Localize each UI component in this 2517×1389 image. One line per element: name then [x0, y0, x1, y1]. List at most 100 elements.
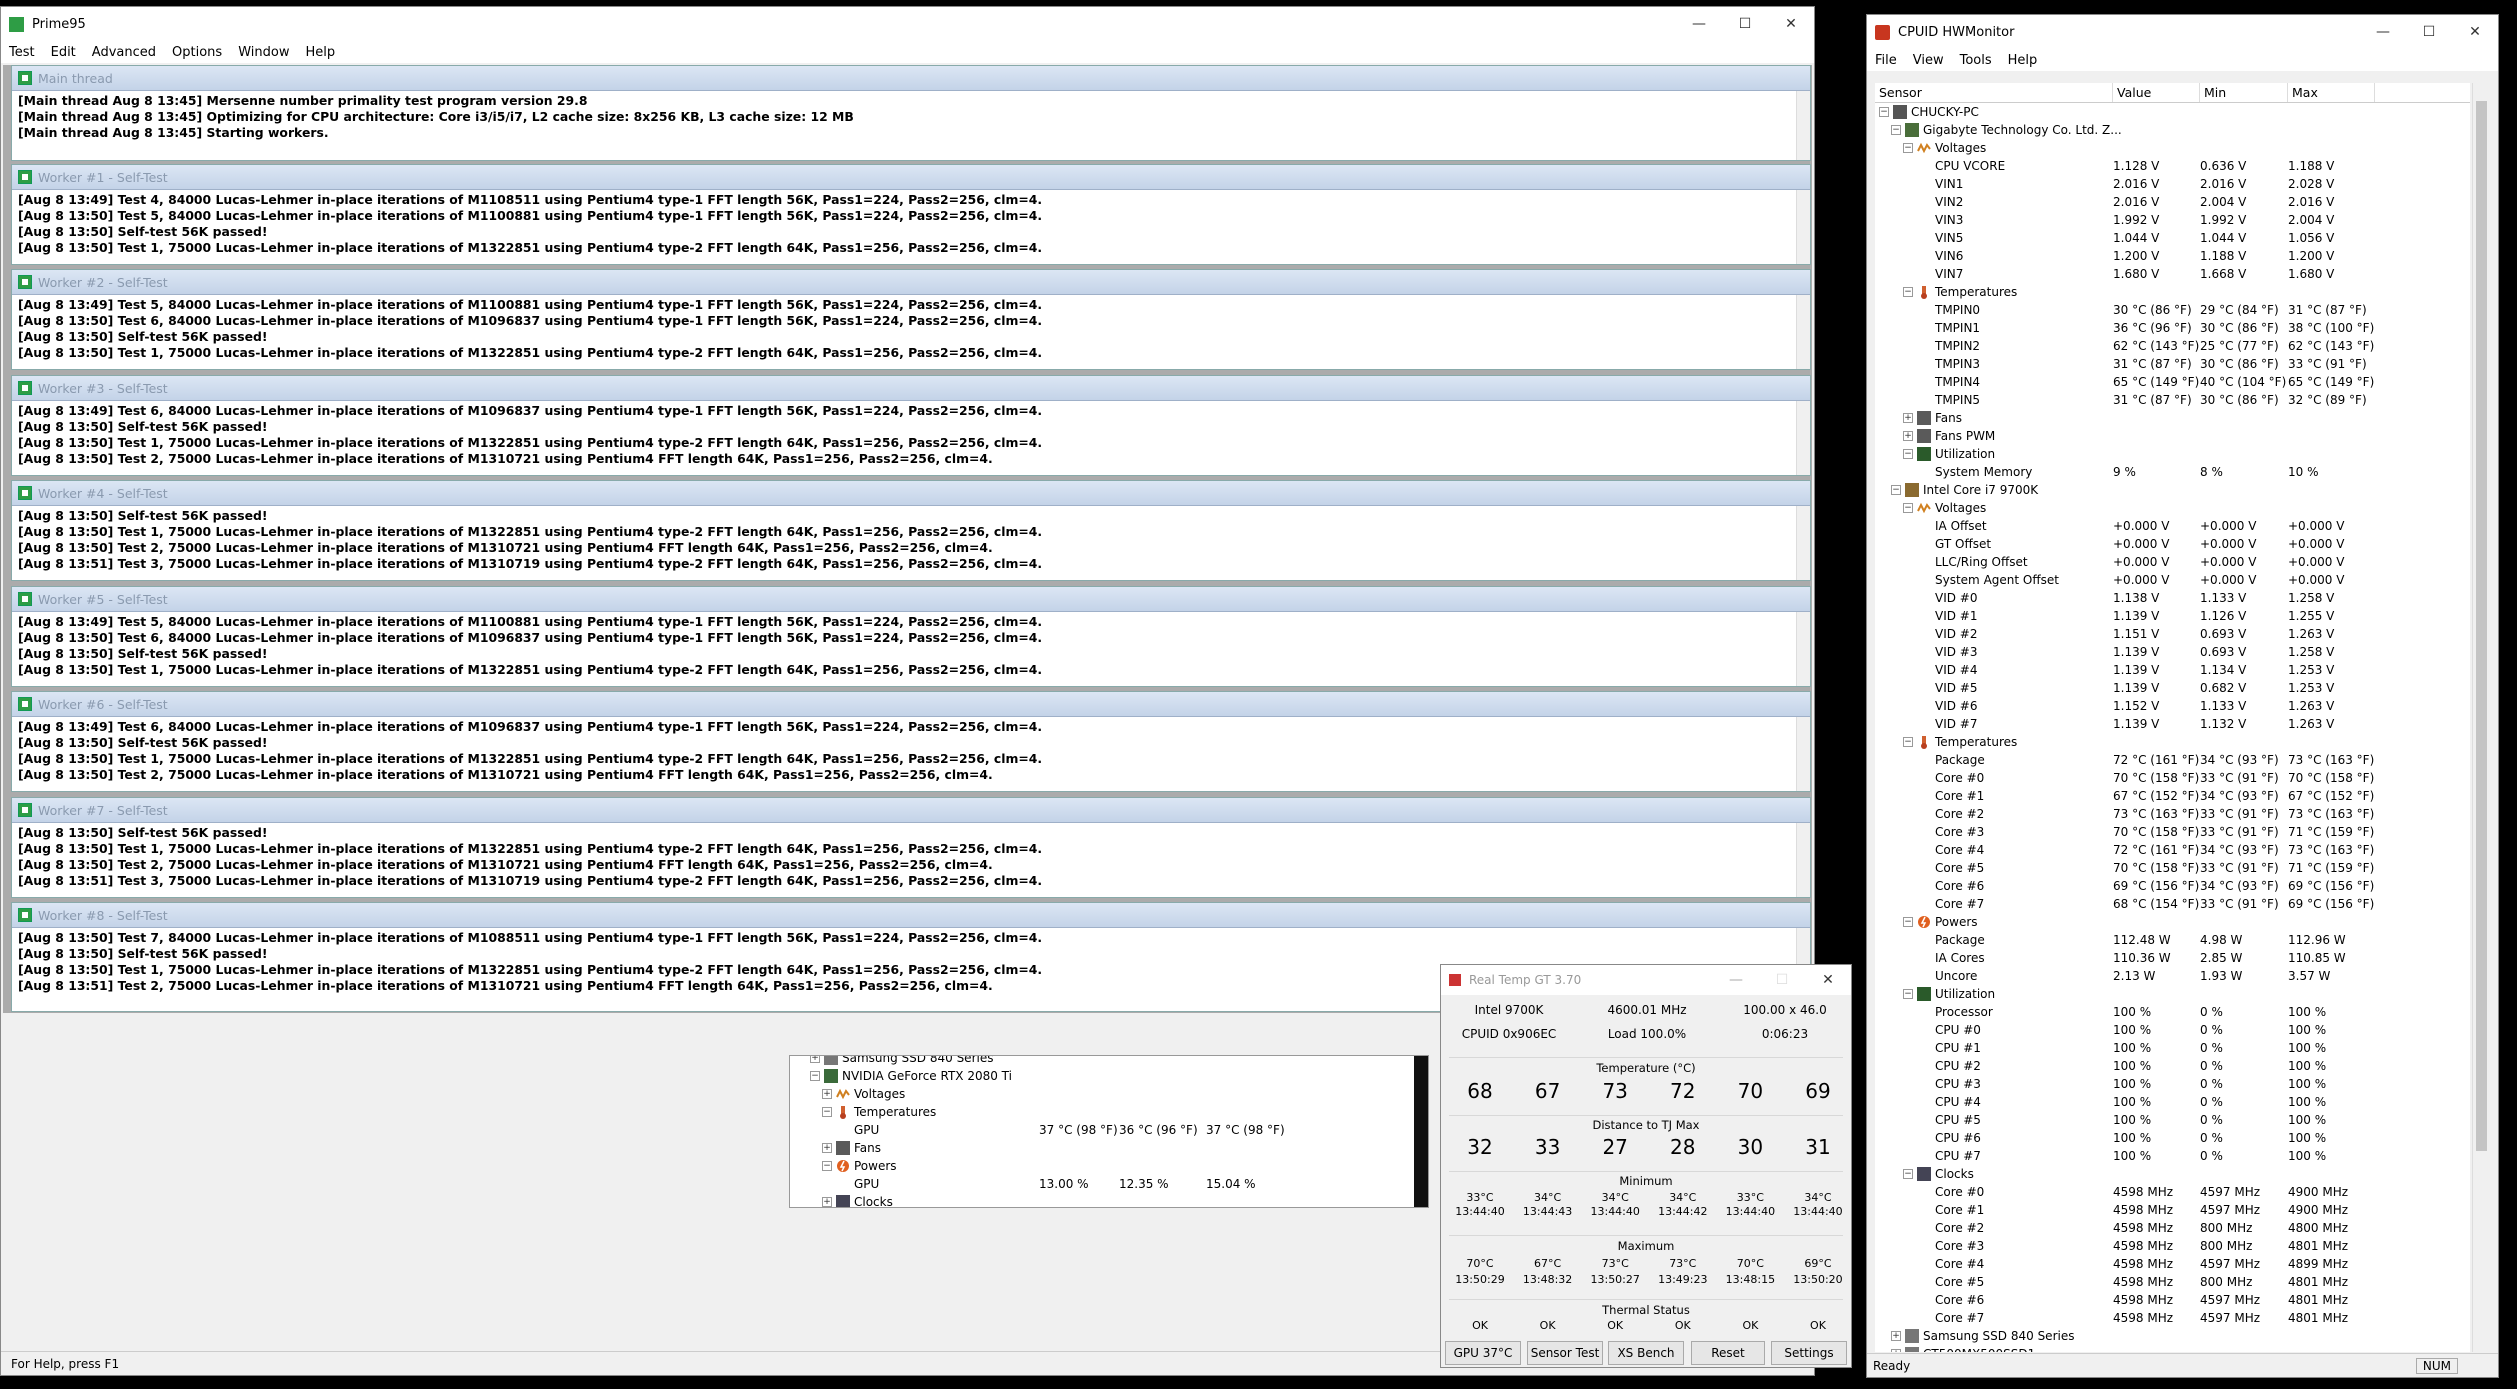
expand-toggle-icon[interactable]: +: [822, 1197, 832, 1207]
sensor-row[interactable]: Core #0 70 °C (158 °F) 33 °C (91 °F) 70 °C …: [1875, 769, 2470, 787]
sensor-row[interactable]: Package 72 °C (161 °F) 34 °C (93 °F) 73 °C …: [1875, 751, 2470, 769]
collapse-toggle-icon[interactable]: −: [1903, 503, 1913, 513]
sensor-row[interactable]: IA Offset +0.000 V +0.000 V +0.000 V: [1875, 517, 2470, 535]
expand-toggle-icon[interactable]: +: [1891, 1331, 1901, 1341]
sensor-row[interactable]: Core #6 69 °C (156 °F) 34 °C (93 °F) 69 °C …: [1875, 877, 2470, 895]
subwindow-scrollbar[interactable]: [1796, 91, 1810, 160]
sensor-row[interactable]: CPU VCORE 1.128 V 0.636 V 1.188 V: [1875, 157, 2470, 175]
prime95-titlebar[interactable]: Prime95: [1, 7, 1814, 41]
sensor-row[interactable]: Core #3 4598 MHz 800 MHz 4801 MHz: [1875, 1237, 2470, 1255]
sensor-row[interactable]: TMPIN4 65 °C (149 °F) 40 °C (104 °F) 65 °C …: [1875, 373, 2470, 391]
sensor-row[interactable]: CPU #2 100 % 0 % 100 %: [1875, 1057, 2470, 1075]
minimize-icon[interactable]: —: [1713, 965, 1759, 995]
subwindow-caption[interactable]: Worker #2 - Self-Test: [12, 270, 1810, 295]
vertical-scrollbar[interactable]: [2472, 83, 2490, 1352]
sensor-row[interactable]: VID #0 1.138 V 1.133 V 1.258 V: [1875, 589, 2470, 607]
close-icon[interactable]: ✕: [2452, 15, 2498, 49]
sensor-row[interactable]: IA Cores 110.36 W 2.85 W 110.85 W: [1875, 949, 2470, 967]
sensor-row[interactable]: TMPIN2 62 °C (143 °F) 25 °C (77 °F) 62 °C (…: [1875, 337, 2470, 355]
tree-node[interactable]: − Gigabyte Technology Co. Ltd. Z...: [1875, 121, 2470, 139]
sensor-row[interactable]: Package 112.48 W 4.98 W 112.96 W: [1875, 931, 2470, 949]
sensor-test-button[interactable]: Sensor Test: [1527, 1341, 1603, 1365]
sensor-row[interactable]: TMPIN3 31 °C (87 °F) 30 °C (86 °F) 33 °C (9…: [1875, 355, 2470, 373]
settings-button[interactable]: Settings: [1771, 1341, 1847, 1365]
column-sensor[interactable]: Sensor: [1875, 83, 2113, 102]
expand-toggle-icon[interactable]: +: [1891, 1349, 1901, 1352]
maximize-icon[interactable]: ☐: [2406, 15, 2452, 49]
subwindow-caption[interactable]: Worker #7 - Self-Test: [12, 798, 1810, 823]
menu-help[interactable]: Help: [2000, 53, 2046, 68]
sensor-row[interactable]: VID #5 1.139 V 0.682 V 1.253 V: [1875, 679, 2470, 697]
sensor-row[interactable]: Uncore 2.13 W 1.93 W 3.57 W: [1875, 967, 2470, 985]
sensor-row[interactable]: GT Offset +0.000 V +0.000 V +0.000 V: [1875, 535, 2470, 553]
subwindow-scrollbar[interactable]: [1796, 401, 1810, 475]
maximize-icon[interactable]: ☐: [1722, 7, 1768, 41]
expand-toggle-icon[interactable]: +: [822, 1143, 832, 1153]
sensor-row[interactable]: System Memory 9 % 8 % 10 %: [1875, 463, 2470, 481]
collapse-toggle-icon[interactable]: −: [1903, 449, 1913, 459]
sensor-row[interactable]: CPU #0 100 % 0 % 100 %: [1875, 1021, 2470, 1039]
tree-node[interactable]: − Powers: [1875, 913, 2470, 931]
sensor-row[interactable]: Core #7 68 °C (154 °F) 33 °C (91 °F) 69 °C …: [1875, 895, 2470, 913]
tree-node[interactable]: + Fans: [1875, 409, 2470, 427]
sensor-row[interactable]: CPU #5 100 % 0 % 100 %: [1875, 1111, 2470, 1129]
sensor-row[interactable]: Core #6 4598 MHz 4597 MHz 4801 MHz: [1875, 1291, 2470, 1309]
sensor-row[interactable]: Core #4 72 °C (161 °F) 34 °C (93 °F) 73 °C …: [1875, 841, 2470, 859]
tree-node[interactable]: − Voltages: [1875, 139, 2470, 157]
sensor-row[interactable]: VID #6 1.152 V 1.133 V 1.263 V: [1875, 697, 2470, 715]
subwindow-caption[interactable]: Worker #5 - Self-Test: [12, 587, 1810, 612]
menu-edit[interactable]: Edit: [43, 45, 84, 60]
sensor-row[interactable]: Core #2 4598 MHz 800 MHz 4800 MHz: [1875, 1219, 2470, 1237]
worker-1-window[interactable]: Worker #1 - Self-Test [Aug 8 13:49] Test …: [11, 164, 1811, 265]
sensor-row[interactable]: TMPIN5 31 °C (87 °F) 30 °C (86 °F) 32 °C (8…: [1875, 391, 2470, 409]
minimize-icon[interactable]: —: [2360, 15, 2406, 49]
collapse-toggle-icon[interactable]: −: [822, 1161, 832, 1171]
xs-bench-button[interactable]: XS Bench: [1608, 1341, 1684, 1365]
column-max[interactable]: Max: [2288, 83, 2375, 102]
tree-node[interactable]: + Fans: [794, 1139, 1414, 1157]
tree-node[interactable]: + Samsung SSD 840 Series: [1875, 1327, 2470, 1345]
column-value[interactable]: Value: [2113, 83, 2200, 102]
tree-node[interactable]: + Samsung SSD 840 Series: [794, 1056, 1414, 1067]
tree-node[interactable]: − Intel Core i7 9700K: [1875, 481, 2470, 499]
expand-toggle-icon[interactable]: +: [822, 1089, 832, 1099]
collapse-toggle-icon[interactable]: −: [810, 1071, 820, 1081]
reset-button[interactable]: Reset: [1691, 1341, 1765, 1365]
sensor-row[interactable]: VIN6 1.200 V 1.188 V 1.200 V: [1875, 247, 2470, 265]
sensor-row[interactable]: Core #2 73 °C (163 °F) 33 °C (91 °F) 73 °C …: [1875, 805, 2470, 823]
sensor-row[interactable]: VID #3 1.139 V 0.693 V 1.258 V: [1875, 643, 2470, 661]
collapse-toggle-icon[interactable]: −: [1891, 125, 1901, 135]
collapse-toggle-icon[interactable]: −: [822, 1107, 832, 1117]
subwindow-scrollbar[interactable]: [1796, 823, 1810, 897]
tree-node[interactable]: + Fans PWM: [1875, 427, 2470, 445]
subwindow-scrollbar[interactable]: [1796, 717, 1810, 791]
worker-7-window[interactable]: Worker #7 - Self-Test [Aug 8 13:50] Self-…: [11, 797, 1811, 898]
menu-window[interactable]: Window: [230, 45, 297, 60]
sensor-row[interactable]: VID #4 1.139 V 1.134 V 1.253 V: [1875, 661, 2470, 679]
tree-node[interactable]: − Voltages: [1875, 499, 2470, 517]
sensor-row[interactable]: Core #1 67 °C (152 °F) 34 °C (93 °F) 67 °C …: [1875, 787, 2470, 805]
tree-node[interactable]: − Powers: [794, 1157, 1414, 1175]
subwindow-caption[interactable]: Main thread: [12, 66, 1810, 91]
menu-file[interactable]: File: [1867, 53, 1905, 68]
sensor-row[interactable]: TMPIN0 30 °C (86 °F) 29 °C (84 °F) 31 °C (8…: [1875, 301, 2470, 319]
worker-6-window[interactable]: Worker #6 - Self-Test [Aug 8 13:49] Test …: [11, 691, 1811, 792]
tree-node[interactable]: − Utilization: [1875, 445, 2470, 463]
gpu-temp-button[interactable]: GPU 37°C: [1445, 1341, 1521, 1365]
sensor-row[interactable]: VIN1 2.016 V 2.016 V 2.028 V: [1875, 175, 2470, 193]
sensor-row[interactable]: Core #5 4598 MHz 800 MHz 4801 MHz: [1875, 1273, 2470, 1291]
tree-node[interactable]: − Temperatures: [794, 1103, 1414, 1121]
expand-toggle-icon[interactable]: +: [1903, 431, 1913, 441]
menu-test[interactable]: Test: [1, 45, 43, 60]
tree-node[interactable]: − Temperatures: [1875, 733, 2470, 751]
subwindow-scrollbar[interactable]: [1796, 295, 1810, 369]
collapse-toggle-icon[interactable]: −: [1903, 989, 1913, 999]
sensor-row[interactable]: VIN3 1.992 V 1.992 V 2.004 V: [1875, 211, 2470, 229]
column-min[interactable]: Min: [2200, 83, 2288, 102]
subwindow-caption[interactable]: Worker #4 - Self-Test: [12, 481, 1810, 506]
sensor-row[interactable]: Core #1 4598 MHz 4597 MHz 4900 MHz: [1875, 1201, 2470, 1219]
main-thread-window[interactable]: Main thread [Main thread Aug 8 13:45] Mer…: [11, 65, 1811, 161]
scrollbar-thumb[interactable]: [2476, 101, 2487, 1151]
sensor-row[interactable]: VID #7 1.139 V 1.132 V 1.263 V: [1875, 715, 2470, 733]
sensor-row[interactable]: CPU #7 100 % 0 % 100 %: [1875, 1147, 2470, 1165]
